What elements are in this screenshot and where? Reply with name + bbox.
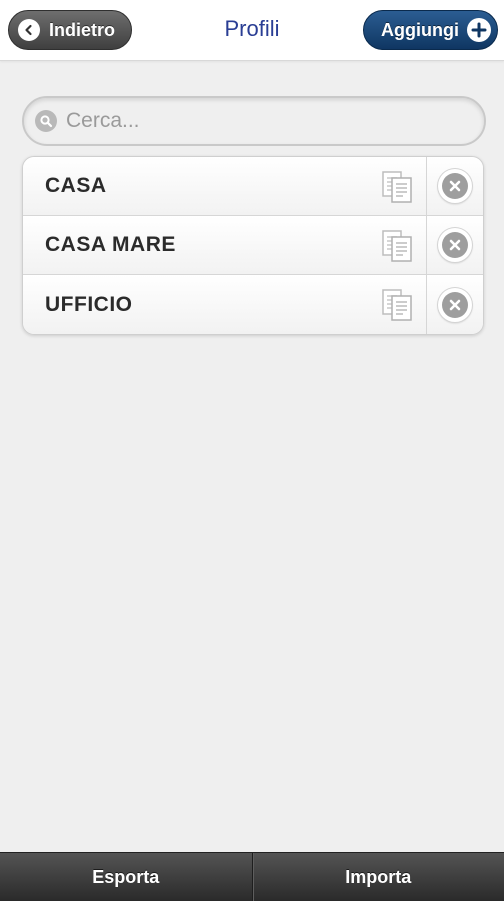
copy-icon[interactable] <box>380 229 414 263</box>
footer-bar: Esporta Importa <box>0 852 504 901</box>
export-button[interactable]: Esporta <box>0 853 252 901</box>
profile-name: CASA <box>45 174 107 198</box>
search-input[interactable] <box>66 109 446 133</box>
delete-icon <box>438 288 472 322</box>
list-item: UFFICIO <box>23 275 483 334</box>
import-button[interactable]: Importa <box>252 853 504 901</box>
delete-button[interactable] <box>426 157 483 215</box>
search-bar <box>22 96 486 146</box>
list-item: CASA <box>23 157 483 216</box>
copy-icon[interactable] <box>380 288 414 322</box>
profile-item-casa[interactable]: CASA <box>23 157 426 215</box>
delete-button[interactable] <box>426 275 483 334</box>
delete-icon <box>438 228 472 262</box>
add-profile-button[interactable]: Aggiungi <box>363 10 498 50</box>
back-button[interactable]: Indietro <box>8 10 132 50</box>
header-bar: Indietro Profili Aggiungi <box>0 0 504 61</box>
list-item: CASA MARE <box>23 216 483 275</box>
delete-icon <box>438 169 472 203</box>
copy-icon[interactable] <box>380 170 414 204</box>
profile-list: CASA CASA MARE <box>22 156 484 335</box>
add-button-label: Aggiungi <box>381 20 459 41</box>
search-icon <box>35 110 57 132</box>
plus-icon <box>467 18 491 42</box>
profile-name: CASA MARE <box>45 233 176 257</box>
profile-item-casa-mare[interactable]: CASA MARE <box>23 216 426 274</box>
profile-item-ufficio[interactable]: UFFICIO <box>23 275 426 334</box>
delete-button[interactable] <box>426 216 483 274</box>
chevron-left-icon <box>18 19 40 41</box>
back-button-label: Indietro <box>49 20 115 41</box>
profile-name: UFFICIO <box>45 293 133 317</box>
